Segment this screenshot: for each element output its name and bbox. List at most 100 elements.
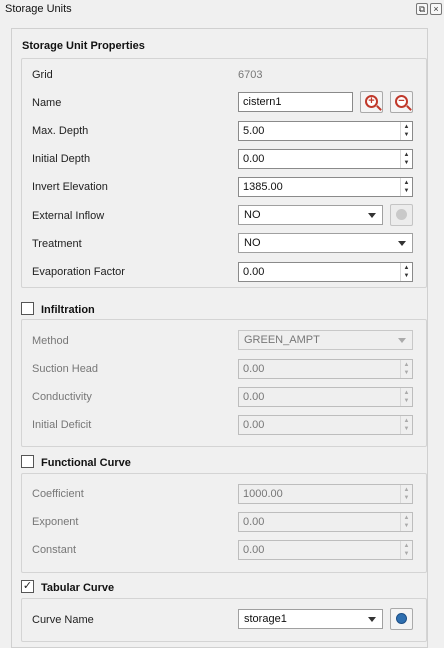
spin-up-icon[interactable]: ▲ <box>403 417 410 425</box>
functional-curve-title: Functional Curve <box>41 457 131 469</box>
evaporation-spinbox[interactable]: 0.00 ▲ ▼ <box>238 262 413 282</box>
spin-arrows[interactable]: ▲ ▼ <box>400 178 412 196</box>
max-depth-label: Max. Depth <box>32 125 89 137</box>
invert-elevation-value: 1385.00 <box>243 181 283 193</box>
grid-value: 6703 <box>238 69 263 81</box>
spin-up-icon[interactable]: ▲ <box>403 264 410 272</box>
constant-label: Constant <box>32 544 77 556</box>
method-combo[interactable]: GREEN_AMPT <box>238 330 413 350</box>
zoom-out-handle <box>406 105 412 111</box>
spin-up-icon[interactable]: ▲ <box>403 486 410 494</box>
tabular-curve-title: Tabular Curve <box>41 582 115 594</box>
spin-up-icon[interactable]: ▲ <box>403 361 410 369</box>
chevron-down-icon <box>368 213 376 218</box>
spin-up-icon[interactable]: ▲ <box>403 389 410 397</box>
coefficient-spinbox[interactable]: 1000.00 ▲ ▼ <box>238 484 413 504</box>
float-button[interactable]: ⧉ <box>416 3 428 15</box>
tabular-curve-checkbox[interactable]: ✓ <box>21 580 34 593</box>
method-label: Method <box>32 335 69 347</box>
functional-curve-checkbox[interactable] <box>21 455 34 468</box>
chevron-down-icon <box>398 241 406 246</box>
spin-up-icon[interactable]: ▲ <box>403 542 410 550</box>
suction-head-label: Suction Head <box>32 363 99 375</box>
spin-down-icon[interactable]: ▼ <box>403 425 410 433</box>
spin-arrows[interactable]: ▲ ▼ <box>400 541 412 559</box>
conductivity-spinbox[interactable]: 0.00 ▲ ▼ <box>238 387 413 407</box>
treatment-label: Treatment <box>32 238 82 250</box>
suction-head-spinbox[interactable]: 0.00 ▲ ▼ <box>238 359 413 379</box>
external-inflow-combo[interactable]: NO <box>238 205 383 225</box>
conductivity-label: Conductivity <box>32 391 92 403</box>
coefficient-label: Coefficient <box>32 488 84 500</box>
infiltration-checkbox[interactable] <box>21 302 34 315</box>
constant-spinbox[interactable]: 0.00 ▲ ▼ <box>238 540 413 560</box>
close-button[interactable]: × <box>430 3 442 15</box>
max-depth-spinbox[interactable]: 5.00 ▲ ▼ <box>238 121 413 141</box>
spin-down-icon[interactable]: ▼ <box>403 131 410 139</box>
inflow-edit-button[interactable] <box>390 204 413 226</box>
exponent-spinbox[interactable]: 0.00 ▲ ▼ <box>238 512 413 532</box>
curve-name-combo[interactable]: storage1 <box>238 609 383 629</box>
spin-down-icon[interactable]: ▼ <box>403 187 410 195</box>
treatment-combo[interactable]: NO <box>238 233 413 253</box>
spin-up-icon[interactable]: ▲ <box>403 123 410 131</box>
method-value: GREEN_AMPT <box>244 334 320 346</box>
initial-deficit-spinbox[interactable]: 0.00 ▲ ▼ <box>238 415 413 435</box>
initial-depth-spinbox[interactable]: 0.00 ▲ ▼ <box>238 149 413 169</box>
name-input[interactable]: cistern1 <box>238 92 353 112</box>
spin-down-icon[interactable]: ▼ <box>403 272 410 280</box>
spin-down-icon[interactable]: ▼ <box>403 369 410 377</box>
spin-arrows[interactable]: ▲ ▼ <box>400 485 412 503</box>
spin-up-icon[interactable]: ▲ <box>403 514 410 522</box>
suction-head-value: 0.00 <box>243 363 265 375</box>
curve-name-value: storage1 <box>244 613 287 625</box>
conductivity-value: 0.00 <box>243 391 265 403</box>
curve-edit-button[interactable] <box>390 608 413 630</box>
spin-down-icon[interactable]: ▼ <box>403 550 410 558</box>
exponent-label: Exponent <box>32 516 79 528</box>
invert-elevation-spinbox[interactable]: 1385.00 ▲ ▼ <box>238 177 413 197</box>
spin-arrows[interactable]: ▲ ▼ <box>400 150 412 168</box>
spin-down-icon[interactable]: ▼ <box>403 494 410 502</box>
spin-arrows[interactable]: ▲ ▼ <box>400 388 412 406</box>
title-bar: Storage Units ⧉ × <box>0 0 444 20</box>
initial-deficit-value: 0.00 <box>243 419 265 431</box>
spin-down-icon[interactable]: ▼ <box>403 397 410 405</box>
evaporation-value: 0.00 <box>243 266 265 278</box>
invert-elevation-label: Invert Elevation <box>32 181 108 193</box>
name-input-value: cistern1 <box>243 96 282 108</box>
spin-arrows[interactable]: ▲ ▼ <box>400 263 412 281</box>
spin-arrows[interactable]: ▲ ▼ <box>400 122 412 140</box>
window-title: Storage Units <box>5 3 72 15</box>
curve-name-label: Curve Name <box>32 614 94 626</box>
zoom-out-button[interactable]: − <box>390 91 413 113</box>
exponent-value: 0.00 <box>243 516 265 528</box>
spin-arrows[interactable]: ▲ ▼ <box>400 513 412 531</box>
spin-arrows[interactable]: ▲ ▼ <box>400 416 412 434</box>
spin-up-icon[interactable]: ▲ <box>403 179 410 187</box>
circle-icon <box>396 209 407 220</box>
grid-label: Grid <box>32 69 53 81</box>
zoom-in-handle <box>376 105 382 111</box>
circle-icon <box>396 613 407 624</box>
treatment-value: NO <box>244 237 261 249</box>
external-inflow-value: NO <box>244 209 261 221</box>
spin-arrows[interactable]: ▲ ▼ <box>400 360 412 378</box>
spin-down-icon[interactable]: ▼ <box>403 159 410 167</box>
properties-title: Storage Unit Properties <box>22 40 145 52</box>
infiltration-title: Infiltration <box>41 304 95 316</box>
evaporation-label: Evaporation Factor <box>32 266 125 278</box>
coefficient-value: 1000.00 <box>243 488 283 500</box>
initial-depth-value: 0.00 <box>243 153 265 165</box>
spin-down-icon[interactable]: ▼ <box>403 522 410 530</box>
zoom-in-button[interactable]: + <box>360 91 383 113</box>
initial-deficit-label: Initial Deficit <box>32 419 92 431</box>
spin-up-icon[interactable]: ▲ <box>403 151 410 159</box>
chevron-down-icon <box>398 338 406 343</box>
chevron-down-icon <box>368 617 376 622</box>
constant-value: 0.00 <box>243 544 265 556</box>
max-depth-value: 5.00 <box>243 125 265 137</box>
name-label: Name <box>32 97 62 109</box>
initial-depth-label: Initial Depth <box>32 153 91 165</box>
external-inflow-label: External Inflow <box>32 210 105 222</box>
